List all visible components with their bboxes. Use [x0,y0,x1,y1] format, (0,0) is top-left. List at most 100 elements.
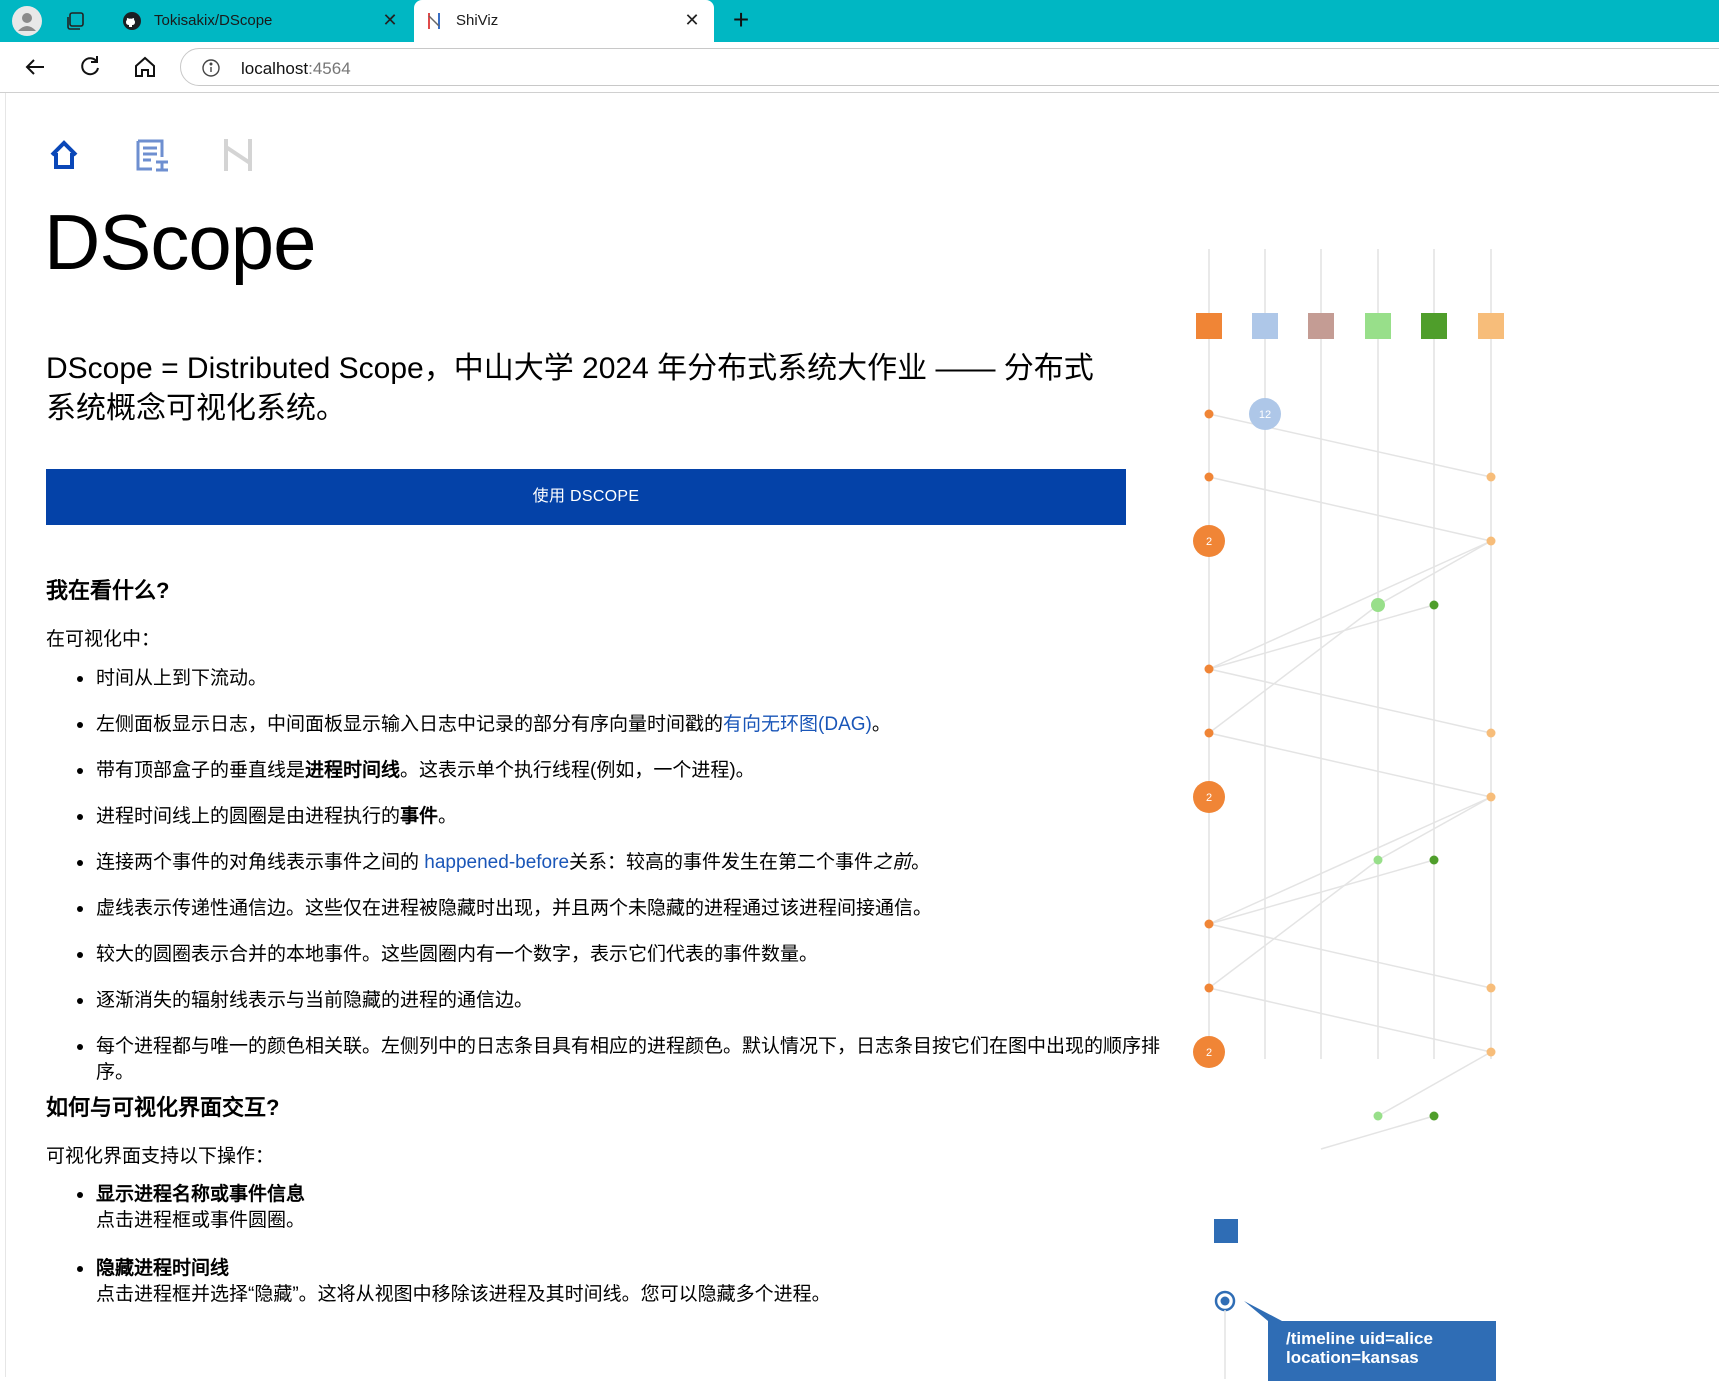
merged-event[interactable]: 2 [1193,1036,1225,1068]
list-item-text: 逐渐消失的辐射线表示与当前隐藏的进程的通信边。 [96,990,534,1011]
merged-event-count: 12 [1259,409,1271,421]
communication-edge [1208,604,1379,734]
event-circle[interactable] [1373,1111,1383,1121]
new-tab-icon[interactable]: + [726,6,756,36]
selected-event-dot [1220,1296,1230,1306]
communication-edge [1208,796,1492,925]
merged-event[interactable]: 2 [1193,781,1225,813]
happened-before-link[interactable]: happened-before [424,852,569,873]
item-desc: 点击进程框并选择“隐藏”。这将从视图中移除该进程及其时间线。您可以隐藏多个进程。 [96,1284,831,1305]
communication-edge [1208,732,1492,798]
log-document-icon[interactable] [132,135,172,175]
dag-link[interactable]: 有向无环图(DAG) [723,714,872,735]
event-circle[interactable] [1486,792,1496,802]
list-item-text: 。 [871,714,891,735]
list-item-text: 。 [911,852,931,873]
event-circle[interactable] [1204,919,1214,929]
item-title: 隐藏进程时间线 [96,1258,230,1279]
close-icon[interactable]: ✕ [682,10,702,30]
page-title: DScope [44,198,316,286]
communication-edge [1208,476,1492,542]
process-box[interactable] [1196,313,1222,339]
section-intro: 可视化界面支持以下操作： [46,1146,275,1167]
home-icon[interactable] [44,135,84,175]
process-box[interactable] [1365,313,1391,339]
merged-event[interactable]: 12 [1249,398,1281,430]
event-tooltip: /timeline uid=alice location=kansas [1268,1321,1496,1381]
communication-edge [1208,540,1492,670]
communication-edge [1208,987,1492,1053]
collections-icon[interactable] [64,9,88,33]
list-item: 较大的圆圈表示合并的本地事件。这些圆圈内有一个数字，表示它们代表的事件数量。 [77,942,1176,968]
page-content: DScope DScope = Distributed Scope，中山大学 2… [5,93,1719,1381]
merged-event-count: 2 [1206,1047,1212,1059]
event-circle[interactable] [1204,409,1214,419]
process-box[interactable] [1421,313,1447,339]
url-port: :4564 [308,59,351,78]
event-circle[interactable] [1204,728,1214,738]
list-item: 时间从上到下流动。 [77,666,1176,692]
list-item: 带有顶部盒子的垂直线是进程时间线。这表示单个执行线程(例如，一个进程)。 [77,758,1176,784]
item-desc: 点击进程框或事件圆圈。 [96,1210,306,1231]
tab-strip: Tokisakix/DScope ✕ ShiViz ✕ + [0,0,1719,42]
info-icon[interactable] [201,58,221,78]
event-circle[interactable] [1429,600,1439,610]
list-item-text: 虚线表示传递性通信边。这些仅在进程被隐藏时出现，并且两个未隐藏的进程通过该进程间… [96,898,933,919]
event-circle [1371,598,1385,612]
tab-shiviz[interactable]: ShiViz ✕ [414,0,714,42]
list-item: 逐渐消失的辐射线表示与当前隐藏的进程的通信边。 [77,988,1176,1014]
event-circle[interactable] [1486,536,1496,546]
list-item-text: 连接两个事件的对角线表示事件之间的 [96,852,425,873]
event-circle[interactable] [1373,855,1383,865]
process-box[interactable] [1478,313,1504,339]
event-circle[interactable] [1429,1111,1439,1121]
communication-edge [1208,859,1379,989]
url-host: localhost [241,59,309,78]
list-item: 每个进程都与唯一的颜色相关联。左侧列中的日志条目具有相应的进程颜色。默认情况下，… [77,1034,1176,1086]
shiviz-visualization[interactable]: 12 2 2 2 [1166,219,1566,1379]
communication-edge [1320,1115,1435,1150]
browser-toolbar: localhost:4564 [0,42,1719,93]
bullet-list-what: 时间从上到下流动。 左侧面板显示日志，中间面板显示输入日志中记录的部分有序向量时… [46,666,1176,1106]
event-circle[interactable] [1204,983,1214,993]
list-item: 连接两个事件的对角线表示事件之间的 happened-before关系：较高的事… [77,850,1176,876]
event-circle[interactable] [1486,983,1496,993]
communication-edge [1377,1051,1492,1117]
url-text[interactable]: localhost:4564 [241,59,351,79]
process-box [1214,1219,1238,1243]
list-item: 进程时间线上的圆圈是由进程执行的事件。 [77,804,1176,830]
list-item: 显示进程名称或事件信息 点击进程框或事件圆圈。 [77,1182,1176,1234]
graph-icon[interactable] [218,135,258,175]
italic-term: 之前 [873,852,912,873]
home-icon[interactable] [130,52,160,82]
profile-avatar-icon[interactable] [12,6,42,36]
list-item-text: 进程时间线上的圆圈是由进程执行的 [96,806,401,827]
event-circle[interactable] [1429,855,1439,865]
use-dscope-button[interactable]: 使用 DSCOPE [46,469,1126,525]
section-intro: 在可视化中： [46,629,161,650]
github-icon [122,11,142,31]
refresh-icon[interactable] [75,52,105,82]
list-item-text: 时间从上到下流动。 [96,668,268,689]
page-subtitle: DScope = Distributed Scope，中山大学 2024 年分布… [46,352,1094,425]
event-circle[interactable] [1204,664,1214,674]
list-item-text: 带有顶部盒子的垂直线是 [96,760,306,781]
close-icon[interactable]: ✕ [380,10,400,30]
tooltip-pointer [1244,1301,1282,1321]
event-circle[interactable] [1486,472,1496,482]
bullet-list-how: 显示进程名称或事件信息 点击进程框或事件圆圈。 隐藏进程时间线 点击进程框并选择… [46,1182,1176,1328]
merged-event-count: 2 [1206,536,1212,548]
merged-event[interactable]: 2 [1193,525,1225,557]
event-circle[interactable] [1486,728,1496,738]
event-circle[interactable] [1204,472,1214,482]
bold-term: 进程时间线 [305,760,401,781]
process-box[interactable] [1308,313,1334,339]
list-item: 隐藏进程时间线 点击进程框并选择“隐藏”。这将从视图中移除该进程及其时间线。您可… [77,1256,1176,1308]
event-circle[interactable] [1486,1047,1496,1057]
address-bar[interactable]: localhost:4564 [180,48,1719,86]
process-box[interactable] [1252,313,1278,339]
section-heading-what: 我在看什么? [46,578,170,603]
tab-title: ShiViz [456,12,499,29]
tab-dscope-github[interactable]: Tokisakix/DScope ✕ [112,0,412,42]
back-arrow-icon[interactable] [20,52,50,82]
